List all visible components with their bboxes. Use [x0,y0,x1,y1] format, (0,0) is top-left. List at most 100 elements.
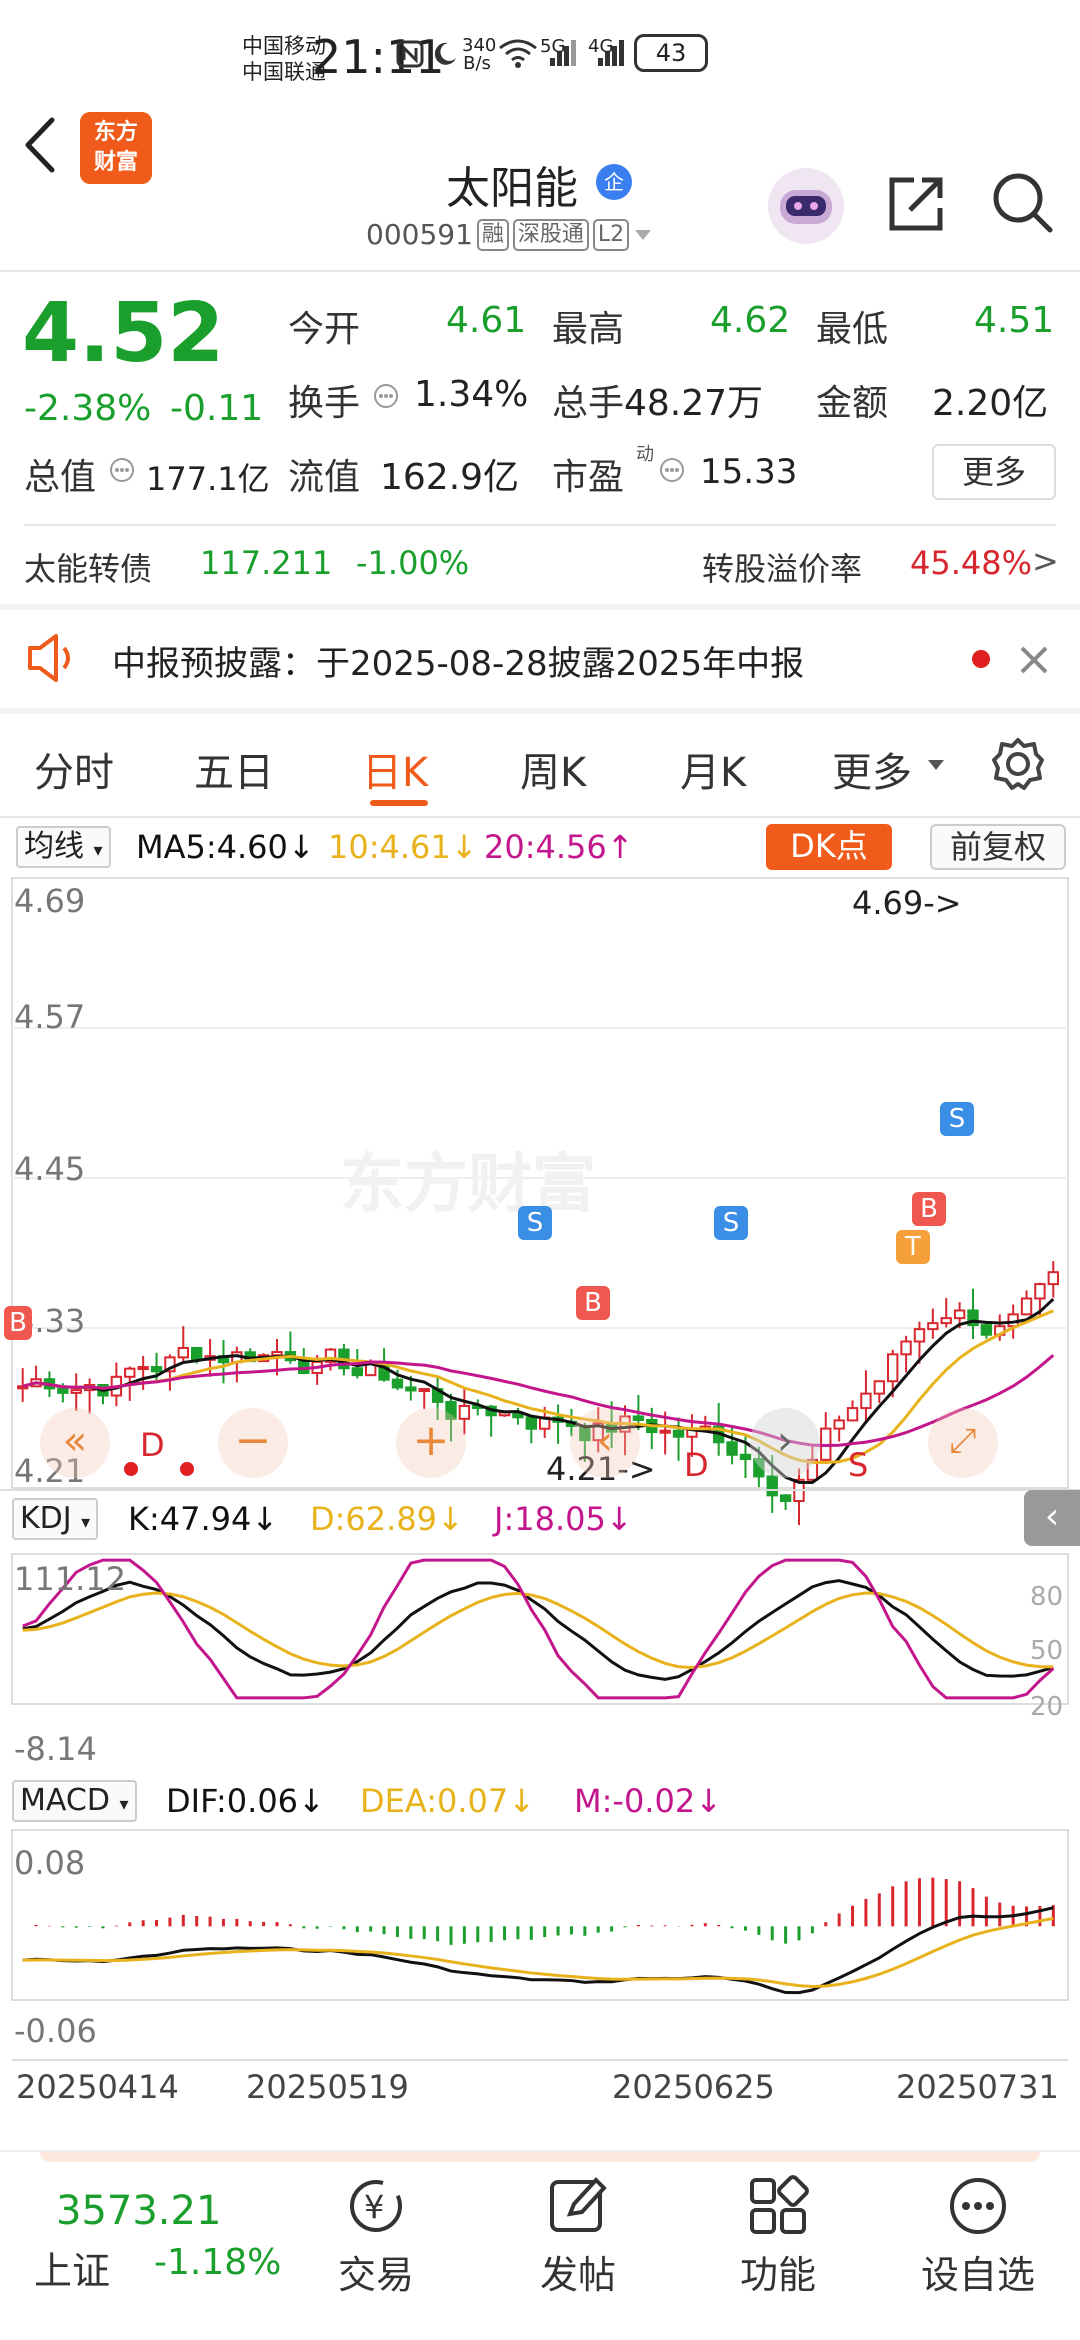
indicator-ma-label: 均线 [24,829,84,864]
premium-arrow[interactable]: > [1032,542,1059,580]
tab-weekly-k[interactable]: 周K [520,740,586,798]
trade-yen-icon[interactable]: ¥ [344,2176,408,2236]
amount-label: 金额 [816,383,889,424]
adjust-price-button[interactable]: 前复权 [930,824,1066,870]
candle-body [860,1392,872,1410]
scroll-left-icon[interactable]: ‹ [570,1408,640,1478]
zoom-in-icon[interactable]: + [396,1408,466,1478]
low-value: 4.51 [974,300,1055,341]
tab-monthly-k[interactable]: 月K [680,740,746,798]
t-marker[interactable]: T [896,1230,930,1264]
candle-body [57,1387,69,1394]
info-icon[interactable] [108,456,136,484]
ma20-legend: 20:4.56↑ [484,828,634,866]
macd-y-top: 0.08 [14,1844,86,1882]
nav-functions[interactable]: 功能 [708,2244,848,2299]
candle-body [351,1367,363,1377]
buy-marker[interactable]: B [912,1192,946,1226]
ma-lines-group [22,1297,1055,1484]
logo-line-2: 财富 [93,150,138,175]
scroll-left-fast-icon[interactable]: « [40,1408,110,1478]
index-name[interactable]: 上证 [34,2240,110,2295]
nav-watchlist[interactable]: 设自选 [908,2244,1048,2299]
tab-more[interactable]: 更多 [832,740,912,798]
candle-body [726,1441,738,1456]
info-icon[interactable] [372,382,400,410]
candle-body [177,1346,189,1359]
tab-five-day[interactable]: 五日 [194,740,274,798]
buy-marker[interactable]: B [576,1286,610,1320]
back-arrow-icon[interactable] [14,110,64,180]
side-panel-toggle-icon[interactable]: ‹ [1024,1490,1080,1546]
candle-body [779,1494,792,1503]
sell-marker[interactable]: S [940,1102,974,1136]
candle-body [980,1324,993,1336]
kdj-ref-20: 20 [1030,1692,1064,1722]
macd-dea-legend: DEA:0.07↓ [360,1782,536,1820]
functions-grid-icon[interactable] [746,2174,810,2238]
tab-daily-k[interactable]: 日K [362,740,428,798]
candle-body [940,1317,952,1325]
high-mark: 4.69-> [852,884,962,922]
high-value: 4.62 [710,300,791,341]
bond-name[interactable]: 太能转债 [24,544,152,590]
close-icon[interactable] [1016,642,1052,678]
dnd-moon-icon [434,42,456,65]
candle-body [150,1366,163,1373]
d-marker: D [684,1446,709,1484]
candle-body [1020,1297,1033,1316]
notice-text[interactable]: 中报预披露：于2025-08-28披露2025年中报 [112,636,804,685]
macd-lines-group [22,1877,1055,1995]
macd-m-legend: M:-0.02↓ [574,1782,722,1820]
macd-y-bottom: -0.06 [14,2012,97,2050]
indicator-macd-label: MACD [20,1783,110,1818]
high-label: 最高 [552,309,625,350]
post-edit-icon[interactable] [546,2174,610,2238]
unread-dot [972,650,990,668]
stock-name: 太阳能 [446,163,578,214]
sell-marker[interactable]: S [714,1206,748,1240]
turnover-value: 1.34% [414,374,529,415]
kdj-j-legend: J:18.05↓ [494,1500,633,1538]
chevron-down-icon[interactable] [926,758,946,772]
index-value[interactable]: 3573.21 [56,2188,221,2234]
tab-intraday[interactable]: 分时 [34,740,114,798]
search-icon[interactable] [990,170,1054,234]
kdj-k-value: K:47.94 [128,1500,252,1538]
buy-marker[interactable]: B [4,1306,32,1340]
nav-post[interactable]: 发帖 [508,2244,648,2299]
premium-label[interactable]: 转股溢价率 [702,544,862,590]
indicator-select-macd[interactable]: MACD ▾ [12,1780,137,1822]
sell-marker[interactable]: S [518,1206,552,1240]
kdj-j-value: J:18.05 [494,1500,606,1538]
info-icon[interactable] [658,456,686,484]
gear-icon[interactable] [990,736,1046,792]
volume-value: 48.27万 [624,383,764,424]
watchlist-more-icon[interactable] [946,2174,1010,2238]
more-quote-button[interactable]: 更多 [932,444,1056,500]
robot-assistant-icon[interactable] [764,164,848,248]
speaker-icon [28,634,70,682]
date-label-3: 20250625 [612,2068,775,2106]
dropdown-caret-icon[interactable] [633,228,653,242]
change-amount: -0.11 [170,388,264,429]
app-logo[interactable]: 东方 财富 [80,112,152,184]
banner-strip [40,2152,1040,2162]
candle-body [1034,1283,1046,1300]
tabs-divider [0,816,1080,818]
candle-body [672,1429,685,1438]
enterprise-badge[interactable]: 企 [596,164,632,200]
fullscreen-icon[interactable]: ⤢ [928,1408,998,1478]
kdj-ref-80: 80 [1030,1582,1064,1612]
indicator-select-kdj[interactable]: KDJ ▾ [12,1498,99,1540]
share-icon[interactable] [884,172,946,236]
mktcap-value: 177.1亿 [146,460,270,498]
nav-trade[interactable]: 交易 [306,2244,446,2299]
header-divider [0,270,1080,272]
scroll-right-icon[interactable]: › [750,1408,820,1478]
indicator-select-ma[interactable]: 均线 ▾ [16,826,111,868]
zoom-out-icon[interactable]: − [218,1408,288,1478]
dk-point-button[interactable]: DK点 [766,824,892,870]
wifi-icon [499,39,537,68]
macd-dea-value: DEA:0.07 [360,1782,509,1820]
